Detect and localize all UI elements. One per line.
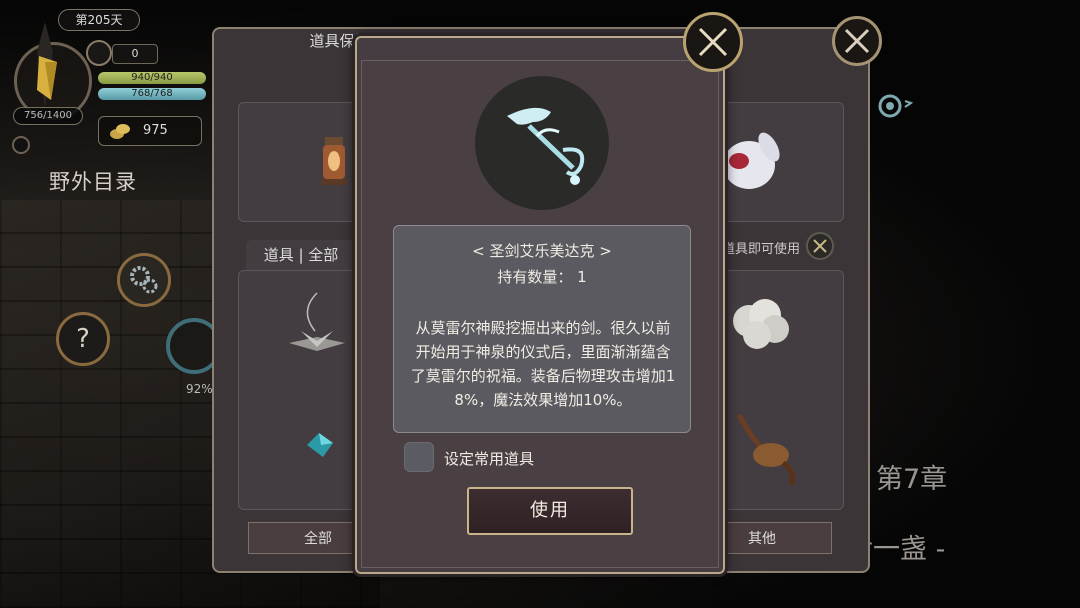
quantity-value: 1 [577, 268, 587, 286]
dialog-close-button[interactable] [683, 12, 743, 72]
chapter-label: 第7章 [876, 464, 948, 495]
hp-readout: 756/1400 [13, 107, 83, 125]
favorite-label[interactable]: 设定常用道具 [444, 448, 534, 469]
close-icon [813, 239, 827, 253]
item-name: < 圣剑艾乐美达克 > [472, 242, 612, 260]
event-counter: 0 [112, 44, 158, 64]
calendar-icon [86, 40, 112, 66]
mana-bar: 768/768 [98, 88, 206, 100]
item-preview [475, 76, 609, 210]
field-directory-button[interactable]: 野外目录 [49, 166, 137, 196]
use-button[interactable]: 使用 [467, 487, 633, 535]
gold-amount: 975 [143, 123, 168, 138]
status-orb [12, 136, 30, 154]
scorpion-icon [736, 413, 796, 487]
gold-display: 975 [98, 116, 202, 146]
necklace-icon [289, 292, 345, 351]
eye-icon [878, 94, 913, 118]
item-description: 从莫雷尔神殿挖掘出来的剑。很久以前开始用于神泉的仪式后，里面渐渐蕴含了莫雷尔的祝… [410, 319, 676, 409]
item-slot[interactable] [712, 102, 844, 222]
close-icon [698, 27, 728, 57]
close-icon [844, 28, 870, 54]
gear-icon [130, 266, 158, 294]
item-quantity: 持有数量： 1 [393, 266, 691, 287]
quantity-label: 持有数量： [497, 268, 573, 286]
stamina-bar: 940/940 [98, 72, 206, 84]
crystal-icon [37, 22, 57, 108]
storage-close-button[interactable] [832, 16, 882, 66]
item-slot[interactable] [238, 270, 370, 510]
hint-close-button[interactable] [806, 232, 834, 260]
holy-sword-icon [507, 107, 585, 185]
favorite-checkbox[interactable] [404, 442, 434, 472]
item-slot[interactable] [712, 270, 844, 510]
progress-percent: 92% [186, 382, 213, 396]
item-filter-tab[interactable]: 道具 | 全部 [246, 240, 356, 270]
help-button[interactable]: ? [56, 312, 110, 366]
day-counter: 第205天 [58, 9, 140, 31]
settings-gear-button[interactable] [117, 253, 171, 307]
use-hint-text: 道具即可使用 [722, 242, 801, 257]
lantern-icon [321, 137, 347, 185]
rabbit-plush-icon [723, 132, 780, 189]
gem-icon [307, 433, 333, 457]
item-slot[interactable] [238, 102, 370, 222]
gold-coins-icon [110, 124, 130, 139]
